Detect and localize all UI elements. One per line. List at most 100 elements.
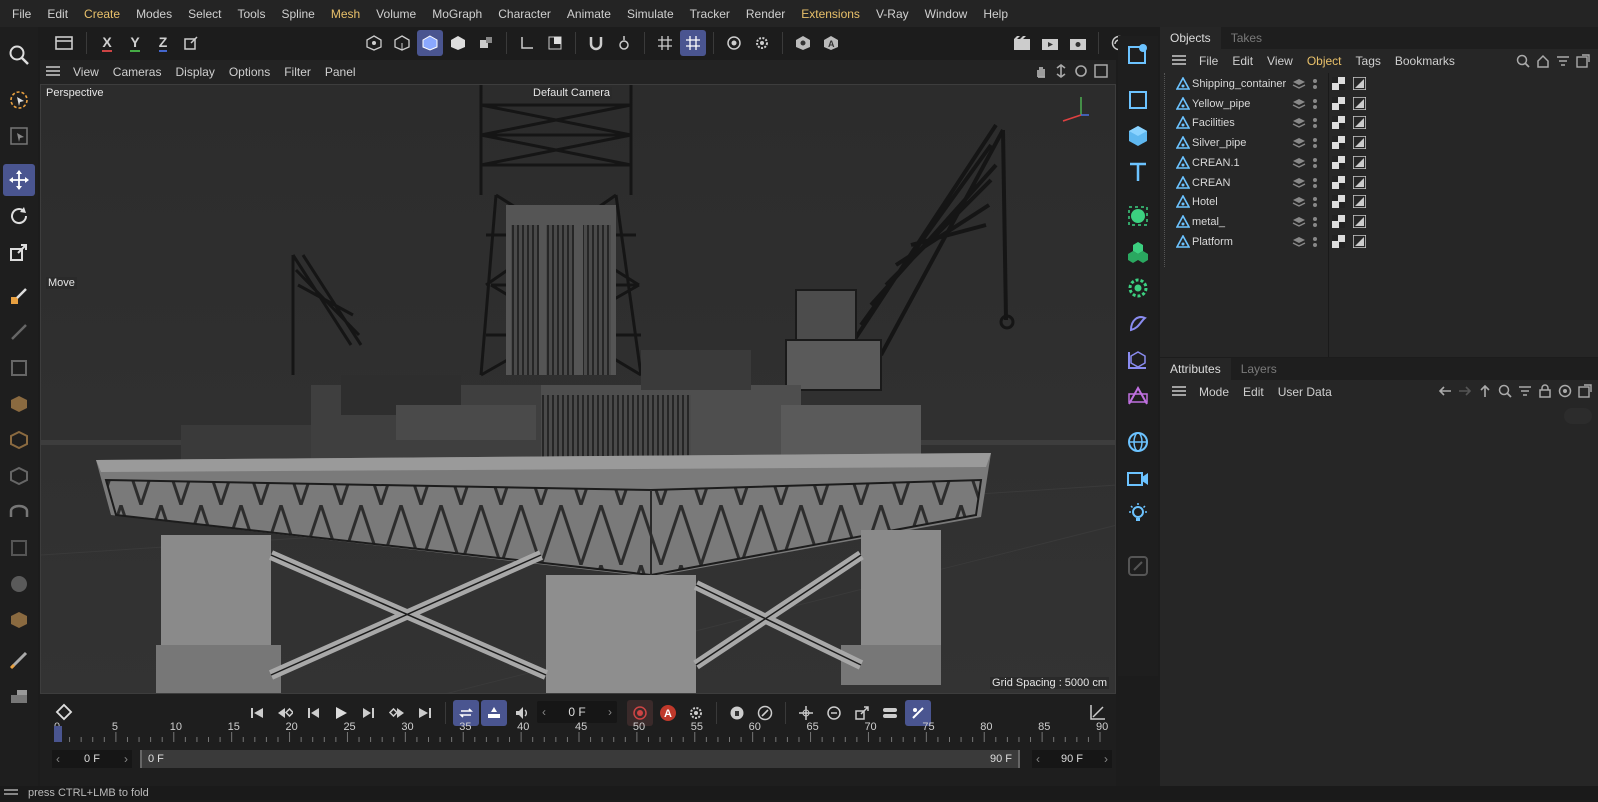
attributes-menu-mode[interactable]: Mode bbox=[1192, 385, 1236, 399]
layer-visibility-icon[interactable] bbox=[1292, 137, 1306, 152]
uv-mode-icon[interactable] bbox=[473, 30, 499, 56]
objects-menu-tags[interactable]: Tags bbox=[1349, 54, 1388, 68]
viewport-menu-filter[interactable]: Filter bbox=[277, 65, 318, 79]
axis-y-button[interactable]: Y bbox=[122, 30, 148, 56]
menu-create[interactable]: Create bbox=[76, 7, 128, 21]
texture-tag-icon[interactable] bbox=[1352, 233, 1367, 251]
text-object-icon[interactable] bbox=[1122, 156, 1154, 188]
live-selection-icon[interactable] bbox=[3, 84, 35, 116]
material-tag-icon[interactable] bbox=[1332, 234, 1345, 251]
texture-tag-icon[interactable] bbox=[1352, 115, 1367, 132]
tab-takes[interactable]: Takes bbox=[1221, 27, 1272, 49]
search-icon[interactable] bbox=[1498, 384, 1512, 398]
layer-visibility-icon[interactable] bbox=[1292, 78, 1306, 93]
target-icon[interactable] bbox=[1558, 384, 1572, 398]
texture-tag-icon[interactable] bbox=[1352, 174, 1367, 192]
extrude-tool-icon[interactable] bbox=[3, 388, 35, 420]
go-to-start-icon[interactable] bbox=[244, 700, 270, 726]
material-tag-icon[interactable] bbox=[1332, 175, 1345, 192]
deformer-icon[interactable] bbox=[1122, 308, 1154, 340]
3d-viewport[interactable]: Perspective Default Camera Move Grid Spa… bbox=[40, 84, 1116, 694]
layer-visibility-icon[interactable] bbox=[1292, 177, 1306, 192]
grid-icon[interactable] bbox=[652, 30, 678, 56]
previous-frame-icon[interactable] bbox=[300, 700, 326, 726]
objects-menu-file[interactable]: File bbox=[1192, 54, 1225, 68]
view-visibility-icon[interactable] bbox=[790, 30, 816, 56]
filter-icon[interactable] bbox=[1556, 54, 1570, 68]
snap-magnet-icon[interactable] bbox=[583, 30, 609, 56]
anchor-a-icon[interactable]: A bbox=[818, 30, 844, 56]
dolly-icon[interactable] bbox=[1054, 64, 1068, 78]
move-tool-icon[interactable] bbox=[3, 164, 35, 196]
playhead[interactable] bbox=[54, 726, 62, 742]
go-to-end-icon[interactable] bbox=[412, 700, 438, 726]
object-row[interactable]: Shipping_container bbox=[1160, 74, 1598, 94]
material-tag-icon[interactable] bbox=[1332, 214, 1345, 231]
model-mode-icon[interactable] bbox=[445, 30, 471, 56]
viewport-camera-label[interactable]: Default Camera bbox=[531, 87, 613, 99]
viewport-hamburger-icon[interactable] bbox=[40, 65, 66, 80]
field-icon[interactable] bbox=[1122, 344, 1154, 376]
new-window-icon[interactable] bbox=[1578, 384, 1592, 398]
attributes-hamburger-icon[interactable] bbox=[1166, 385, 1192, 400]
spline-deformer-icon[interactable] bbox=[1122, 380, 1154, 412]
menu-mesh[interactable]: Mesh bbox=[323, 7, 368, 21]
workplane-grid-icon[interactable] bbox=[680, 30, 706, 56]
texture-tag-icon[interactable] bbox=[1352, 95, 1367, 113]
visibility-dots-icon[interactable] bbox=[1312, 195, 1318, 212]
forward-arrow-icon[interactable] bbox=[1458, 384, 1472, 398]
texture-tag-icon[interactable] bbox=[1352, 214, 1367, 231]
menu-extensions[interactable]: Extensions bbox=[793, 7, 868, 21]
coordinate-system-icon[interactable] bbox=[178, 30, 204, 56]
lock-key-icon[interactable] bbox=[724, 700, 750, 726]
material-tag-icon[interactable] bbox=[1332, 116, 1345, 132]
render-settings-icon[interactable] bbox=[721, 30, 747, 56]
layer-visibility-icon[interactable] bbox=[1292, 236, 1306, 251]
key-rotation-icon[interactable] bbox=[821, 700, 847, 726]
viewport-menu-display[interactable]: Display bbox=[168, 65, 221, 79]
search-icon[interactable] bbox=[3, 39, 35, 71]
menu-character[interactable]: Character bbox=[490, 7, 559, 21]
menu-tracker[interactable]: Tracker bbox=[682, 7, 738, 21]
layer-visibility-icon[interactable] bbox=[1292, 98, 1306, 113]
floor-tool-icon[interactable] bbox=[3, 680, 35, 712]
cube-object-icon[interactable] bbox=[1122, 120, 1154, 152]
points-mode-icon[interactable] bbox=[361, 30, 387, 56]
environment-globe-icon[interactable] bbox=[1122, 426, 1154, 458]
axis-x-button[interactable]: X bbox=[94, 30, 120, 56]
object-row[interactable]: Yellow_pipe bbox=[1160, 94, 1598, 114]
weld-tool-icon[interactable] bbox=[3, 532, 35, 564]
texture-tag-icon[interactable] bbox=[1352, 76, 1367, 93]
texture-tag-icon[interactable] bbox=[1352, 135, 1367, 152]
menu-help[interactable]: Help bbox=[975, 7, 1016, 21]
material-tag-icon[interactable] bbox=[1332, 195, 1345, 211]
texture-tag-icon[interactable] bbox=[1352, 155, 1367, 172]
object-row[interactable]: Silver_pipe bbox=[1160, 133, 1598, 153]
menu-tools[interactable]: Tools bbox=[229, 7, 273, 21]
home-icon[interactable] bbox=[1536, 54, 1550, 68]
panel-toggle-button[interactable] bbox=[49, 30, 79, 56]
end-frame-field[interactable]: ‹ 90 F › bbox=[1032, 750, 1112, 768]
light-object-icon[interactable] bbox=[1122, 498, 1154, 530]
visibility-dots-icon[interactable] bbox=[1312, 97, 1318, 114]
viewport-menu-view[interactable]: View bbox=[66, 65, 106, 79]
objects-menu-view[interactable]: View bbox=[1260, 54, 1300, 68]
polygon-pen-icon[interactable] bbox=[3, 352, 35, 384]
snap-settings-icon[interactable] bbox=[611, 30, 637, 56]
layer-visibility-icon[interactable] bbox=[1292, 157, 1306, 172]
object-row[interactable]: CREAN.1 bbox=[1160, 153, 1598, 173]
menu-render[interactable]: Render bbox=[738, 7, 793, 21]
frame-decrement-icon[interactable]: ‹ bbox=[542, 705, 546, 719]
menu-modes[interactable]: Modes bbox=[128, 7, 180, 21]
texture-tool-icon[interactable] bbox=[3, 604, 35, 636]
menu-select[interactable]: Select bbox=[180, 7, 229, 21]
objects-hamburger-icon[interactable] bbox=[1166, 54, 1192, 69]
bridge-tool-icon[interactable] bbox=[3, 496, 35, 528]
layer-visibility-icon[interactable] bbox=[1292, 117, 1306, 132]
bevel-tool-icon[interactable] bbox=[3, 424, 35, 456]
frame-increment-icon[interactable]: › bbox=[608, 705, 612, 719]
object-row[interactable]: CREAN bbox=[1160, 173, 1598, 193]
effector-gear-icon[interactable] bbox=[1122, 272, 1154, 304]
visibility-dots-icon[interactable] bbox=[1312, 156, 1318, 173]
viewport-menu-cameras[interactable]: Cameras bbox=[106, 65, 169, 79]
